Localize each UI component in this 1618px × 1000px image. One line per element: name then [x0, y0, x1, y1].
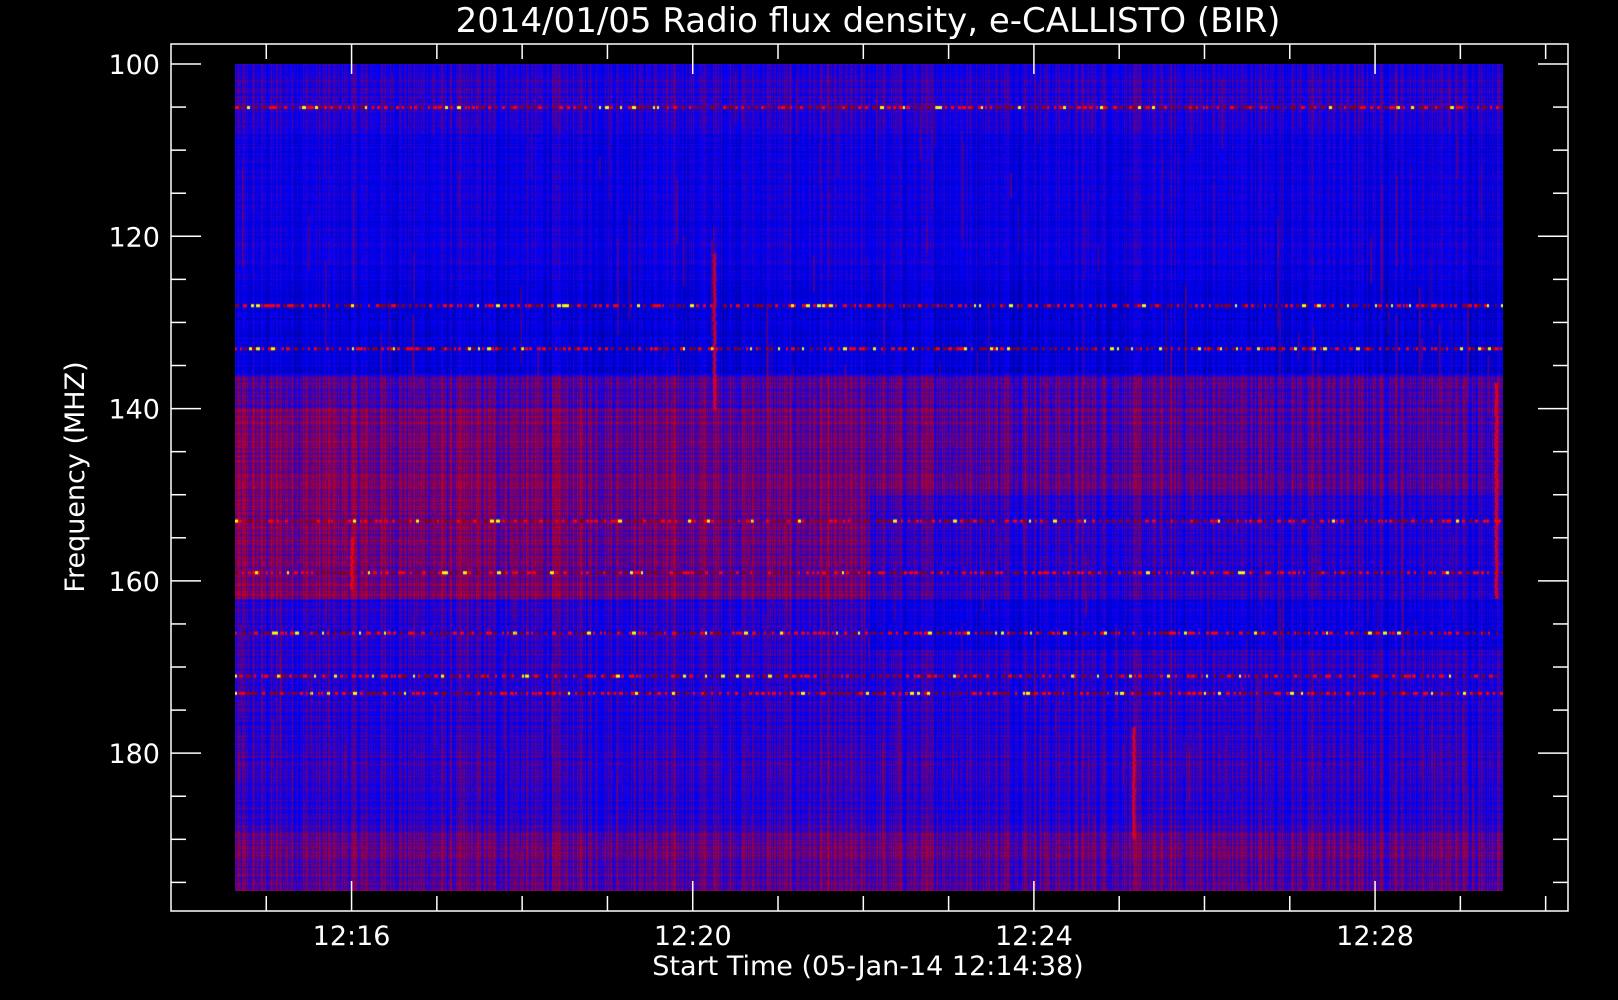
heatmap-image-container	[235, 64, 1503, 891]
y-axis-label: Frequency (MHZ)	[60, 361, 91, 592]
heatmap-image	[235, 64, 1503, 891]
y-tick-label: 140	[108, 395, 160, 426]
x-tick-label: 12:16	[313, 921, 391, 952]
x-tick-label: 12:20	[654, 921, 732, 952]
y-tick-label: 160	[108, 567, 160, 598]
spectrogram-chart: 2014/01/05 Radio flux density, e-CALLIST…	[0, 0, 1618, 1000]
y-tick-label: 100	[108, 50, 160, 81]
y-tick-label: 180	[108, 739, 160, 770]
x-tick-label: 12:24	[995, 921, 1073, 952]
x-tick-label: 12:28	[1336, 921, 1414, 952]
chart-title: 2014/01/05 Radio flux density, e-CALLIST…	[456, 1, 1281, 41]
y-tick-label: 120	[108, 222, 160, 253]
x-axis-label: Start Time (05-Jan-14 12:14:38)	[652, 951, 1083, 982]
